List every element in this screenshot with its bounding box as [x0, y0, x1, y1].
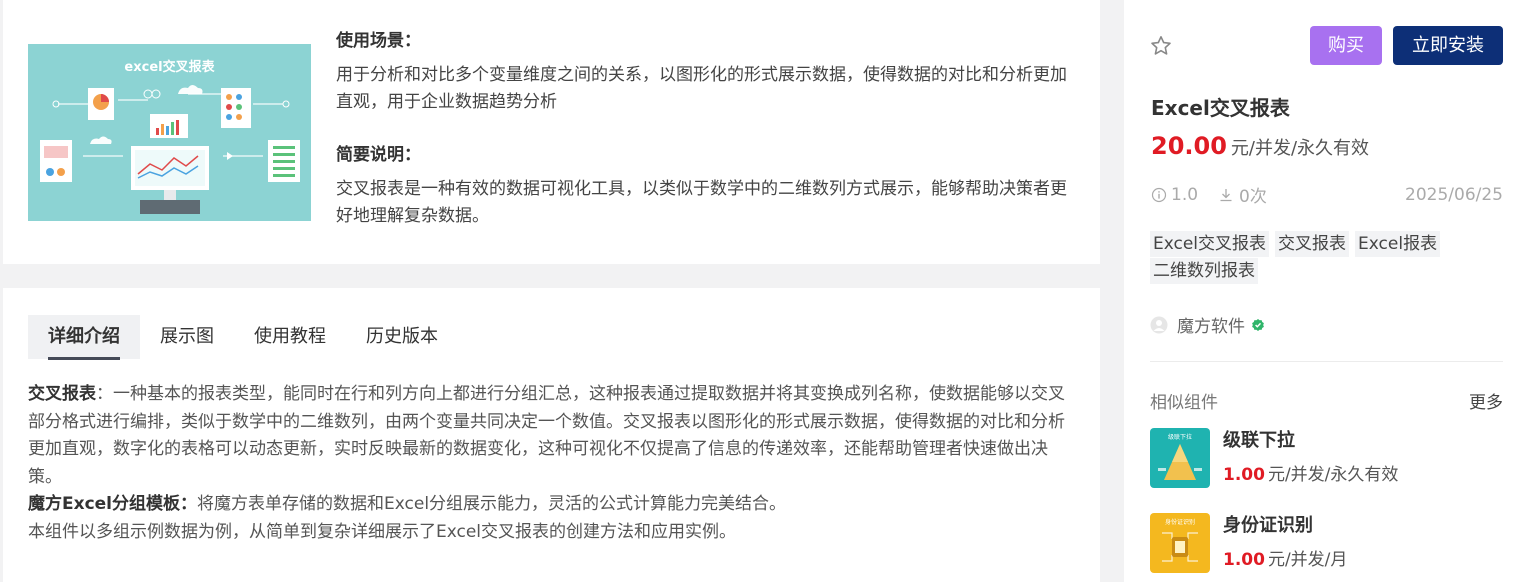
- similar-info: 身份证识别 1.00 元/并发/月: [1223, 513, 1347, 575]
- version-value: 1.0: [1171, 184, 1199, 205]
- similar-header: 相似组件 更多: [1150, 388, 1503, 413]
- similar-price: 1.00 元/并发/月: [1223, 545, 1347, 570]
- detail-paragraph-3: 本组件以多组示例数据为例，从简单到复杂详细展示了Excel交叉报表的创建方法和应…: [28, 521, 737, 542]
- similar-name: 级联下拉: [1223, 430, 1295, 451]
- similar-thumbnail: 身份证识别: [1150, 513, 1210, 573]
- scene-text: 用于分析和对比多个变量维度之间的关系，以图形化的形式展示数据，使得数据的对比和分…: [336, 65, 1067, 112]
- tab-bar: 详细介绍 展示图 使用教程 历史版本: [28, 315, 458, 360]
- version-info: 1.0: [1151, 185, 1198, 205]
- product-title: Excel交叉报表: [1151, 96, 1290, 120]
- favorite-star-icon[interactable]: [1149, 34, 1173, 58]
- similar-item-idcard[interactable]: 身份证识别 身份证识别 1.00 元/并发/月: [1150, 513, 1503, 575]
- thumbnail-illustration: [40, 85, 300, 214]
- author-name: 魔方软件: [1177, 317, 1245, 337]
- download-info: 0次: [1218, 182, 1267, 207]
- divider: [1150, 361, 1503, 362]
- similar-price-value: 1.00: [1223, 550, 1265, 570]
- similar-name: 身份证识别: [1223, 515, 1313, 536]
- detail-description: 交叉报表：一种基本的报表类型，能同时在行和列方向上都进行分组汇总，这种报表通过提…: [28, 381, 1068, 546]
- pyramid-chart-icon: 级联下拉: [1158, 433, 1202, 480]
- tag-item[interactable]: Excel交叉报表: [1150, 231, 1270, 257]
- tab-history[interactable]: 历史版本: [346, 315, 458, 359]
- similar-price-value: 1.00: [1223, 465, 1265, 485]
- similar-thumb-label: 身份证识别: [1165, 518, 1195, 526]
- price-unit: 元/并发/永久有效: [1230, 138, 1370, 159]
- purchase-panel: 购买 立即安装 Excel交叉报表 20.00 元/并发/永久有效 1.0 0次 …: [1124, 0, 1520, 582]
- tag-list: Excel交叉报表 交叉报表 Excel报表 二维数列报表: [1150, 231, 1500, 285]
- similar-price-unit: 元/并发/永久有效: [1267, 465, 1399, 485]
- detail-text-1: ：一种基本的报表类型，能同时在行和列方向上都进行分组汇总，这种报表通过提取数据并…: [28, 384, 1065, 487]
- similar-thumb-label: 级联下拉: [1168, 433, 1192, 441]
- chip-icon: 身份证识别: [1162, 518, 1198, 562]
- release-date: 2025/06/25: [1405, 184, 1503, 205]
- price-value: 20.00: [1151, 132, 1227, 160]
- brief-title: 简要说明：: [336, 145, 421, 165]
- install-button[interactable]: 立即安装: [1393, 26, 1503, 65]
- similar-price: 1.00 元/并发/永久有效: [1223, 460, 1398, 485]
- download-icon: [1220, 188, 1232, 201]
- detail-term-template: 魔方Excel分组模板：: [28, 494, 198, 514]
- product-price: 20.00 元/并发/永久有效: [1151, 132, 1369, 160]
- brief-text: 交叉报表是一种有效的数据可视化工具，以类似于数学中的二维数列方式展示，能够帮助决…: [336, 179, 1067, 226]
- tag-item[interactable]: 交叉报表: [1275, 231, 1350, 257]
- similar-price-unit: 元/并发/月: [1267, 550, 1348, 570]
- similar-title: 相似组件: [1150, 393, 1218, 413]
- similar-item-cascade[interactable]: 级联下拉 级联下拉 1.00 元/并发/永久有效: [1150, 428, 1503, 490]
- verified-badge-icon: [1252, 318, 1264, 331]
- detail-text-2: 将魔方表单存储的数据和Excel分组展示能力，灵活的公式计算能力完美结合。: [197, 494, 787, 514]
- tab-tutorial[interactable]: 使用教程: [234, 315, 346, 359]
- download-count: 0次: [1239, 187, 1267, 207]
- detail-card: 详细介绍 展示图 使用教程 历史版本 交叉报表：一种基本的报表类型，能同时在行和…: [3, 288, 1100, 582]
- detail-paragraph-1: 交叉报表：一种基本的报表类型，能同时在行和列方向上都进行分组汇总，这种报表通过提…: [28, 381, 1068, 491]
- more-link[interactable]: 更多: [1469, 388, 1503, 413]
- product-summary-card: excel交叉报表 使用场景： 用于分析和对比多个变量维度之间的关系，以图形化的…: [3, 0, 1100, 264]
- similar-info: 级联下拉 1.00 元/并发/永久有效: [1223, 428, 1398, 490]
- info-circle-icon: [1151, 187, 1167, 202]
- scene-title: 使用场景：: [336, 31, 421, 51]
- product-intro: 使用场景： 用于分析和对比多个变量维度之间的关系，以图形化的形式展示数据，使得数…: [336, 28, 1081, 230]
- product-thumbnail: excel交叉报表: [28, 44, 311, 221]
- product-meta: 1.0 0次 2025/06/25: [1151, 182, 1503, 207]
- tab-screenshots[interactable]: 展示图: [140, 315, 234, 359]
- tag-item[interactable]: Excel报表: [1355, 231, 1441, 257]
- tag-item[interactable]: 二维数列报表: [1150, 258, 1258, 284]
- tab-details[interactable]: 详细介绍: [28, 315, 140, 360]
- avatar-icon: [1150, 316, 1168, 333]
- similar-thumbnail: 级联下拉: [1150, 428, 1210, 488]
- detail-paragraph-2: 魔方Excel分组模板：将魔方表单存储的数据和Excel分组展示能力，灵活的公式…: [28, 491, 1068, 519]
- buy-button[interactable]: 购买: [1310, 26, 1382, 65]
- author-info[interactable]: 魔方软件: [1150, 312, 1265, 337]
- detail-term-cross-report: 交叉报表: [28, 384, 96, 404]
